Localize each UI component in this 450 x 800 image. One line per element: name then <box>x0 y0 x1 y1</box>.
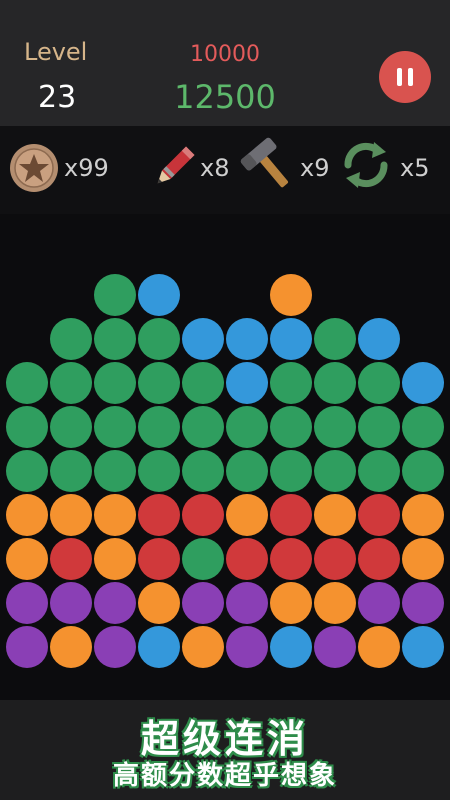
ball[interactable] <box>6 406 48 448</box>
ball[interactable] <box>138 494 180 536</box>
refresh-count: x5 <box>400 154 430 182</box>
ball[interactable] <box>358 494 400 536</box>
ball[interactable] <box>270 538 312 580</box>
ball[interactable] <box>358 362 400 404</box>
ball[interactable] <box>182 450 224 492</box>
ball[interactable] <box>138 538 180 580</box>
ball[interactable] <box>6 450 48 492</box>
ball[interactable] <box>226 406 268 448</box>
ball[interactable] <box>402 494 444 536</box>
ball[interactable] <box>226 450 268 492</box>
ball[interactable] <box>182 582 224 624</box>
ball[interactable] <box>94 362 136 404</box>
ball[interactable] <box>270 494 312 536</box>
ball[interactable] <box>50 626 92 668</box>
ball[interactable] <box>94 582 136 624</box>
ball[interactable] <box>314 538 356 580</box>
level-value: 23 <box>38 80 77 115</box>
ball[interactable] <box>226 494 268 536</box>
ball[interactable] <box>50 406 92 448</box>
ball[interactable] <box>314 318 356 360</box>
ball[interactable] <box>50 538 92 580</box>
game-board <box>0 214 450 700</box>
ball[interactable] <box>270 582 312 624</box>
ball[interactable] <box>6 582 48 624</box>
ball[interactable] <box>94 538 136 580</box>
ball[interactable] <box>6 494 48 536</box>
ball[interactable] <box>6 538 48 580</box>
refresh-icon[interactable] <box>338 138 394 192</box>
ball[interactable] <box>50 494 92 536</box>
ball[interactable] <box>314 406 356 448</box>
ball[interactable] <box>358 406 400 448</box>
ball[interactable] <box>358 626 400 668</box>
ball[interactable] <box>314 450 356 492</box>
star-count: x99 <box>64 154 109 182</box>
ball[interactable] <box>270 318 312 360</box>
ball[interactable] <box>270 450 312 492</box>
ball[interactable] <box>138 450 180 492</box>
ball[interactable] <box>402 538 444 580</box>
ball[interactable] <box>138 274 180 316</box>
ball[interactable] <box>94 274 136 316</box>
ball[interactable] <box>270 362 312 404</box>
ball[interactable] <box>94 318 136 360</box>
hammer-icon[interactable] <box>238 136 296 192</box>
ball[interactable] <box>94 450 136 492</box>
ball[interactable] <box>358 582 400 624</box>
ball[interactable] <box>402 406 444 448</box>
ball[interactable] <box>138 406 180 448</box>
pause-icon-bar <box>397 68 402 86</box>
pencil-icon[interactable] <box>150 142 198 192</box>
ball[interactable] <box>314 582 356 624</box>
ball[interactable] <box>50 582 92 624</box>
ball[interactable] <box>50 318 92 360</box>
ball[interactable] <box>314 494 356 536</box>
ball[interactable] <box>402 450 444 492</box>
ball[interactable] <box>402 582 444 624</box>
ball[interactable] <box>182 626 224 668</box>
ball[interactable] <box>138 362 180 404</box>
ball[interactable] <box>138 582 180 624</box>
ball[interactable] <box>226 362 268 404</box>
ball[interactable] <box>226 538 268 580</box>
pencil-count: x8 <box>200 154 230 182</box>
ball[interactable] <box>50 362 92 404</box>
ball[interactable] <box>226 626 268 668</box>
hammer-count: x9 <box>300 154 330 182</box>
ball[interactable] <box>182 318 224 360</box>
ball[interactable] <box>138 318 180 360</box>
ball[interactable] <box>226 582 268 624</box>
ball[interactable] <box>270 626 312 668</box>
ball[interactable] <box>402 362 444 404</box>
ball[interactable] <box>314 362 356 404</box>
ball[interactable] <box>270 274 312 316</box>
target-score: 10000 <box>190 42 260 67</box>
ball[interactable] <box>402 626 444 668</box>
ball[interactable] <box>358 318 400 360</box>
level-label: Level <box>24 38 88 66</box>
pause-button[interactable] <box>379 51 431 103</box>
ball[interactable] <box>6 626 48 668</box>
ball[interactable] <box>358 538 400 580</box>
ball[interactable] <box>182 494 224 536</box>
ball[interactable] <box>94 406 136 448</box>
ball[interactable] <box>358 450 400 492</box>
star-coin-icon[interactable] <box>9 143 59 193</box>
pause-icon-bar <box>408 68 413 86</box>
ball[interactable] <box>182 538 224 580</box>
ball[interactable] <box>94 626 136 668</box>
ball[interactable] <box>138 626 180 668</box>
ball[interactable] <box>314 626 356 668</box>
ball[interactable] <box>182 406 224 448</box>
ball[interactable] <box>94 494 136 536</box>
ball[interactable] <box>270 406 312 448</box>
ball[interactable] <box>6 362 48 404</box>
ball[interactable] <box>182 362 224 404</box>
promo-subtitle: 高额分数超乎想象 <box>112 761 337 791</box>
current-score: 12500 <box>174 78 276 116</box>
ball[interactable] <box>226 318 268 360</box>
ball[interactable] <box>50 450 92 492</box>
